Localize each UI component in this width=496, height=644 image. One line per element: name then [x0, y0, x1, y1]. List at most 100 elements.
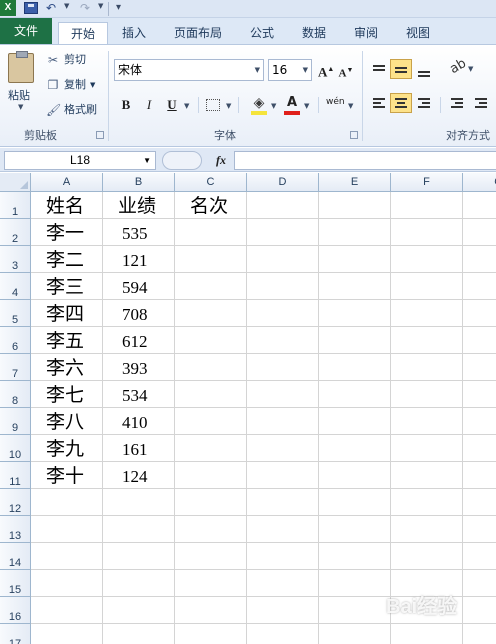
bold-button[interactable]: B	[118, 95, 134, 115]
row-header[interactable]: 11	[0, 462, 31, 489]
cell-B11[interactable]: 124	[122, 462, 148, 489]
borders-icon[interactable]	[206, 99, 220, 111]
column-header[interactable]: B	[103, 173, 175, 192]
cell-A8[interactable]: 李七	[46, 381, 84, 408]
tab-data[interactable]: 数据	[294, 22, 334, 44]
column-header[interactable]: F	[391, 173, 463, 192]
cell-B4[interactable]: 594	[122, 273, 148, 300]
align-bottom-button[interactable]	[413, 59, 435, 79]
column-header[interactable]: G	[463, 173, 496, 192]
orientation-icon[interactable]: ab	[447, 56, 469, 77]
row-header[interactable]: 2	[0, 219, 31, 246]
row-header[interactable]: 14	[0, 543, 31, 570]
row-header[interactable]: 17	[0, 624, 31, 644]
align-center-button[interactable]	[390, 93, 412, 113]
cell-B3[interactable]: 121	[122, 246, 148, 273]
cell-A10[interactable]: 李九	[46, 435, 84, 462]
tab-review[interactable]: 审阅	[346, 22, 386, 44]
row-header[interactable]: 10	[0, 435, 31, 462]
font-name-select[interactable]: 宋体 ▼	[114, 59, 264, 81]
cell-B7[interactable]: 393	[122, 354, 148, 381]
font-color-dropdown-icon[interactable]: ▼	[304, 102, 309, 110]
copy-button[interactable]: ❐ 复制 ▼	[46, 76, 96, 94]
cell-B6[interactable]: 612	[122, 327, 148, 354]
name-box[interactable]: L18 ▼	[4, 151, 156, 170]
insert-function-button[interactable]: fx	[216, 151, 226, 170]
cell-B5[interactable]: 708	[122, 300, 148, 327]
chevron-down-icon[interactable]: ▼	[303, 60, 308, 80]
cell-A7[interactable]: 李六	[46, 354, 84, 381]
row-header[interactable]: 1	[0, 192, 31, 219]
row-header[interactable]: 7	[0, 354, 31, 381]
cell-B2[interactable]: 535	[122, 219, 148, 246]
row-header[interactable]: 5	[0, 300, 31, 327]
formula-input[interactable]	[234, 151, 496, 170]
column-header[interactable]: C	[175, 173, 247, 192]
worksheet-grid[interactable]: ABCDEFG1234567891011121314151617姓名业绩名次李一…	[0, 173, 496, 644]
row-header[interactable]: 8	[0, 381, 31, 408]
cell-A9[interactable]: 李八	[46, 408, 84, 435]
copy-dropdown-icon[interactable]: ▼	[90, 76, 95, 94]
cell-A6[interactable]: 李五	[46, 327, 84, 354]
clipboard-dialog-launcher-icon[interactable]	[96, 131, 104, 139]
row-header[interactable]: 16	[0, 597, 31, 624]
orientation-dropdown-icon[interactable]: ▼	[468, 65, 473, 73]
fill-color-dropdown-icon[interactable]: ▼	[271, 102, 276, 110]
save-icon[interactable]	[24, 2, 38, 14]
cell-A4[interactable]: 李三	[46, 273, 84, 300]
cell-B9[interactable]: 410	[122, 408, 148, 435]
chevron-down-icon[interactable]: ▼	[143, 152, 151, 169]
align-left-button[interactable]	[368, 93, 390, 113]
column-header[interactable]: A	[31, 173, 103, 192]
paste-button[interactable]: 粘贴	[8, 87, 30, 103]
cell-A1[interactable]: 姓名	[46, 192, 84, 219]
grow-font-button[interactable]: A▲	[318, 59, 334, 79]
borders-dropdown-icon[interactable]: ▼	[226, 102, 231, 110]
cell-B1[interactable]: 业绩	[118, 192, 156, 219]
italic-button[interactable]: I	[142, 95, 156, 115]
tab-insert[interactable]: 插入	[114, 22, 154, 44]
paste-dropdown-icon[interactable]: ▼	[18, 103, 23, 111]
underline-button[interactable]: U	[164, 95, 180, 115]
select-all-button[interactable]	[0, 173, 31, 192]
chevron-down-icon[interactable]: ▼	[255, 60, 260, 80]
align-right-button[interactable]	[413, 93, 435, 113]
column-header[interactable]: E	[319, 173, 391, 192]
tab-home[interactable]: 开始	[58, 22, 108, 44]
tab-formulas[interactable]: 公式	[240, 22, 284, 44]
cell-A5[interactable]: 李四	[46, 300, 84, 327]
row-header[interactable]: 6	[0, 327, 31, 354]
format-painter-button[interactable]: 🖌 格式刷	[46, 101, 97, 119]
cell-A11[interactable]: 李十	[46, 462, 84, 489]
align-middle-button[interactable]	[390, 59, 412, 79]
tab-file[interactable]: 文件	[0, 18, 52, 44]
paste-icon[interactable]	[8, 51, 34, 83]
shrink-font-button[interactable]: A▼	[338, 60, 354, 80]
decrease-indent-button[interactable]	[446, 93, 468, 113]
cell-B8[interactable]: 534	[122, 381, 148, 408]
redo-icon[interactable]: ↷	[80, 2, 94, 14]
font-dialog-launcher-icon[interactable]	[350, 131, 358, 139]
cell-A3[interactable]: 李二	[46, 246, 84, 273]
customize-toolbar-icon[interactable]: ▾	[116, 0, 121, 16]
underline-dropdown-icon[interactable]: ▼	[184, 102, 189, 110]
cell-B10[interactable]: 161	[122, 435, 148, 462]
row-header[interactable]: 13	[0, 516, 31, 543]
cell-C1[interactable]: 名次	[190, 192, 228, 219]
redo-dropdown-icon[interactable]: ▼	[98, 2, 103, 10]
align-top-button[interactable]	[368, 59, 390, 79]
phonetic-guide-button[interactable]: wén	[326, 97, 345, 107]
row-header[interactable]: 12	[0, 489, 31, 516]
undo-icon[interactable]: ↶	[46, 2, 60, 14]
row-header[interactable]: 4	[0, 273, 31, 300]
row-header[interactable]: 3	[0, 246, 31, 273]
font-color-button[interactable]: A	[284, 93, 300, 113]
tab-page-layout[interactable]: 页面布局	[166, 22, 230, 44]
font-size-select[interactable]: 16 ▼	[268, 59, 312, 81]
increase-indent-button[interactable]	[470, 93, 492, 113]
phonetic-dropdown-icon[interactable]: ▼	[348, 102, 353, 110]
cell-A2[interactable]: 李一	[46, 219, 84, 246]
cut-button[interactable]: ✂ 剪切	[46, 51, 86, 69]
tab-view[interactable]: 视图	[398, 22, 438, 44]
row-header[interactable]: 15	[0, 570, 31, 597]
